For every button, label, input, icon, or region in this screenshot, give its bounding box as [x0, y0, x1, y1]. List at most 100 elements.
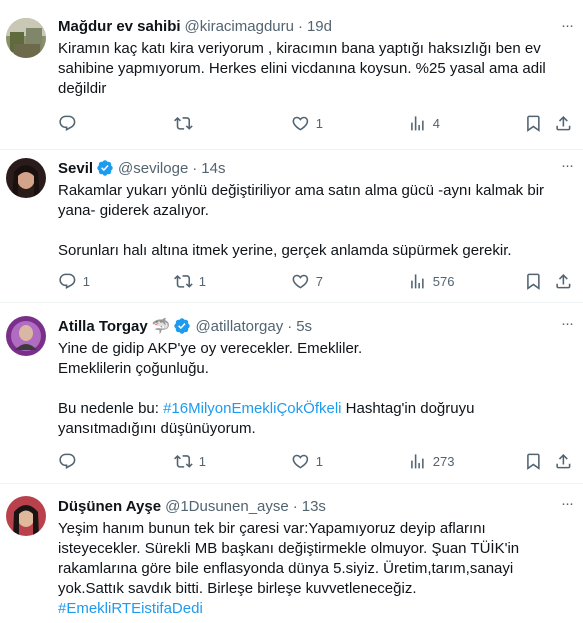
- display-name[interactable]: Mağdur ev sahibi: [58, 18, 181, 35]
- retweet-button[interactable]: [174, 114, 199, 133]
- like-icon: [292, 116, 309, 131]
- views-button[interactable]: 273: [408, 452, 454, 471]
- reply-count: 1: [82, 273, 90, 289]
- user-handle[interactable]: @atillatorgay: [195, 318, 283, 335]
- more-icon[interactable]: ···: [557, 496, 577, 516]
- tweet-text: Kiramın kaç katı kira veriyorum , kiracı…: [58, 39, 575, 99]
- share-button[interactable]: [554, 272, 573, 291]
- like-button[interactable]: 7: [291, 272, 323, 291]
- tweet-text: Yine de gidip AKP'ye oy verecekler. Emek…: [58, 339, 575, 439]
- retweet-icon: [174, 116, 193, 130]
- separator-dot: ·: [192, 159, 198, 177]
- text-line: sahibine yapmıyorum. Herkes elini vicdan…: [58, 60, 546, 77]
- share-icon: [556, 453, 571, 469]
- like-count: 7: [315, 273, 323, 289]
- like-button[interactable]: 1: [291, 114, 323, 133]
- bookmark-icon: [527, 115, 540, 132]
- hashtag-link[interactable]: #EmekliRTEistifaDedi: [58, 599, 575, 619]
- timestamp[interactable]: 14s: [201, 160, 225, 177]
- bookmark-button[interactable]: [524, 272, 543, 291]
- text-line: Rakamlar yukarı yönlü değiştiriliyor ama…: [58, 182, 545, 199]
- text-line: yansıtmadığını düşünüyorum.: [58, 420, 256, 437]
- views-icon: [411, 453, 424, 469]
- views-icon: [411, 115, 424, 131]
- display-name[interactable]: Düşünen Ayşe: [58, 498, 161, 515]
- views-count: 4: [432, 115, 440, 131]
- more-icon[interactable]: ···: [557, 158, 577, 178]
- views-button[interactable]: 576: [408, 272, 454, 291]
- action-bar: 1 1 7 576: [0, 271, 583, 291]
- tweet-text: Yeşim hanım bunun tek bir çaresi var:Yap…: [58, 519, 575, 619]
- tweet[interactable]: Sevil @seviloge · 14s Rakamlar yukarı yö…: [0, 150, 583, 303]
- share-button[interactable]: [554, 452, 573, 471]
- text-line: Yeşim hanım bunun tek bir çaresi var:Yap…: [58, 520, 486, 537]
- views-count: 273: [432, 453, 455, 469]
- like-count: 1: [315, 115, 323, 131]
- tweet-header: Atilla Torgay 🦈 @atillatorgay · 5s: [58, 316, 575, 336]
- more-icon[interactable]: ···: [557, 18, 577, 38]
- text-fragment: Hashtag'in doğruyu: [341, 400, 475, 417]
- retweet-button[interactable]: 1: [174, 452, 206, 471]
- action-bar: 1 4: [0, 113, 583, 133]
- text-line: Emeklilerin çoğunluğu.: [58, 360, 209, 377]
- timestamp[interactable]: 13s: [302, 498, 326, 515]
- retweet-count: 1: [198, 273, 206, 289]
- like-button[interactable]: 1: [291, 452, 323, 471]
- tweet[interactable]: Atilla Torgay 🦈 @atillatorgay · 5s Yine …: [0, 303, 583, 484]
- text-line: Kiramın kaç katı kira veriyorum , kiracı…: [58, 40, 541, 57]
- user-handle[interactable]: @kiracimagduru: [185, 18, 294, 35]
- text-line: Bu nedenle bu: #16MilyonEmekliÇokÖfkeli …: [58, 399, 575, 419]
- like-icon: [292, 274, 309, 289]
- action-bar: 1 1 273: [0, 451, 583, 471]
- user-handle[interactable]: @seviloge: [118, 160, 188, 177]
- avatar[interactable]: [6, 316, 46, 356]
- tweet[interactable]: Düşünen Ayşe @1Dusunen_ayse · 13s Yeşim …: [0, 484, 583, 623]
- retweet-icon: [174, 454, 193, 468]
- like-icon: [292, 454, 309, 469]
- views-button[interactable]: 4: [408, 114, 440, 133]
- tweet[interactable]: Mağdur ev sahibi @kiracimagduru · 19d Ki…: [0, 0, 583, 150]
- retweet-icon: [174, 274, 193, 288]
- retweet-count: 1: [198, 453, 206, 469]
- reply-icon: [59, 115, 76, 131]
- shark-emoji: 🦈: [151, 318, 171, 335]
- reply-button[interactable]: [58, 452, 83, 471]
- reply-button[interactable]: 1: [58, 272, 90, 291]
- text-line: isteyecekler. Sürekli MB başkanı değişti…: [58, 540, 520, 557]
- share-icon: [556, 115, 571, 131]
- tweet-header: Sevil @seviloge · 14s: [58, 158, 575, 178]
- retweet-button[interactable]: 1: [174, 272, 206, 291]
- tweet-header: Mağdur ev sahibi @kiracimagduru · 19d: [58, 16, 575, 36]
- timestamp[interactable]: 5s: [296, 318, 312, 335]
- views-count: 576: [432, 273, 455, 289]
- text-line: Yine de gidip AKP'ye oy verecekler. Emek…: [58, 340, 363, 357]
- share-button[interactable]: [554, 114, 573, 133]
- tweet-header: Düşünen Ayşe @1Dusunen_ayse · 13s: [58, 496, 575, 516]
- reply-icon: [59, 453, 76, 469]
- tweet-text: Rakamlar yukarı yönlü değiştiriliyor ama…: [58, 181, 575, 261]
- user-handle[interactable]: @1Dusunen_ayse: [165, 498, 289, 515]
- display-name[interactable]: Atilla Torgay: [58, 318, 148, 335]
- timestamp[interactable]: 19d: [307, 18, 332, 35]
- display-name[interactable]: Sevil: [58, 160, 93, 177]
- text-line: yana- giderek azalıyor.: [58, 202, 209, 219]
- separator-dot: ·: [297, 17, 303, 35]
- reply-icon: [59, 273, 76, 289]
- text-line: Sorunları halı altına itmek yerine, gerç…: [58, 242, 512, 259]
- bookmark-icon: [527, 273, 540, 290]
- verified-badge-icon: [173, 317, 191, 335]
- bookmark-button[interactable]: [524, 114, 543, 133]
- more-icon[interactable]: ···: [557, 316, 577, 336]
- text-line: rakamlarına göre bile enflasyonda dünya …: [58, 560, 514, 577]
- avatar[interactable]: [6, 496, 46, 536]
- views-icon: [411, 273, 424, 289]
- avatar[interactable]: [6, 18, 46, 58]
- bookmark-button[interactable]: [524, 452, 543, 471]
- avatar[interactable]: [6, 158, 46, 198]
- text-fragment: Bu nedenle bu:: [58, 400, 164, 417]
- text-line: yok.Sattık savdık bitti. Birleşe birleşe…: [58, 580, 417, 597]
- separator-dot: ·: [287, 317, 293, 335]
- hashtag-link[interactable]: #16MilyonEmekliÇokÖfkeli: [163, 400, 341, 417]
- reply-button[interactable]: [58, 114, 83, 133]
- share-icon: [556, 273, 571, 289]
